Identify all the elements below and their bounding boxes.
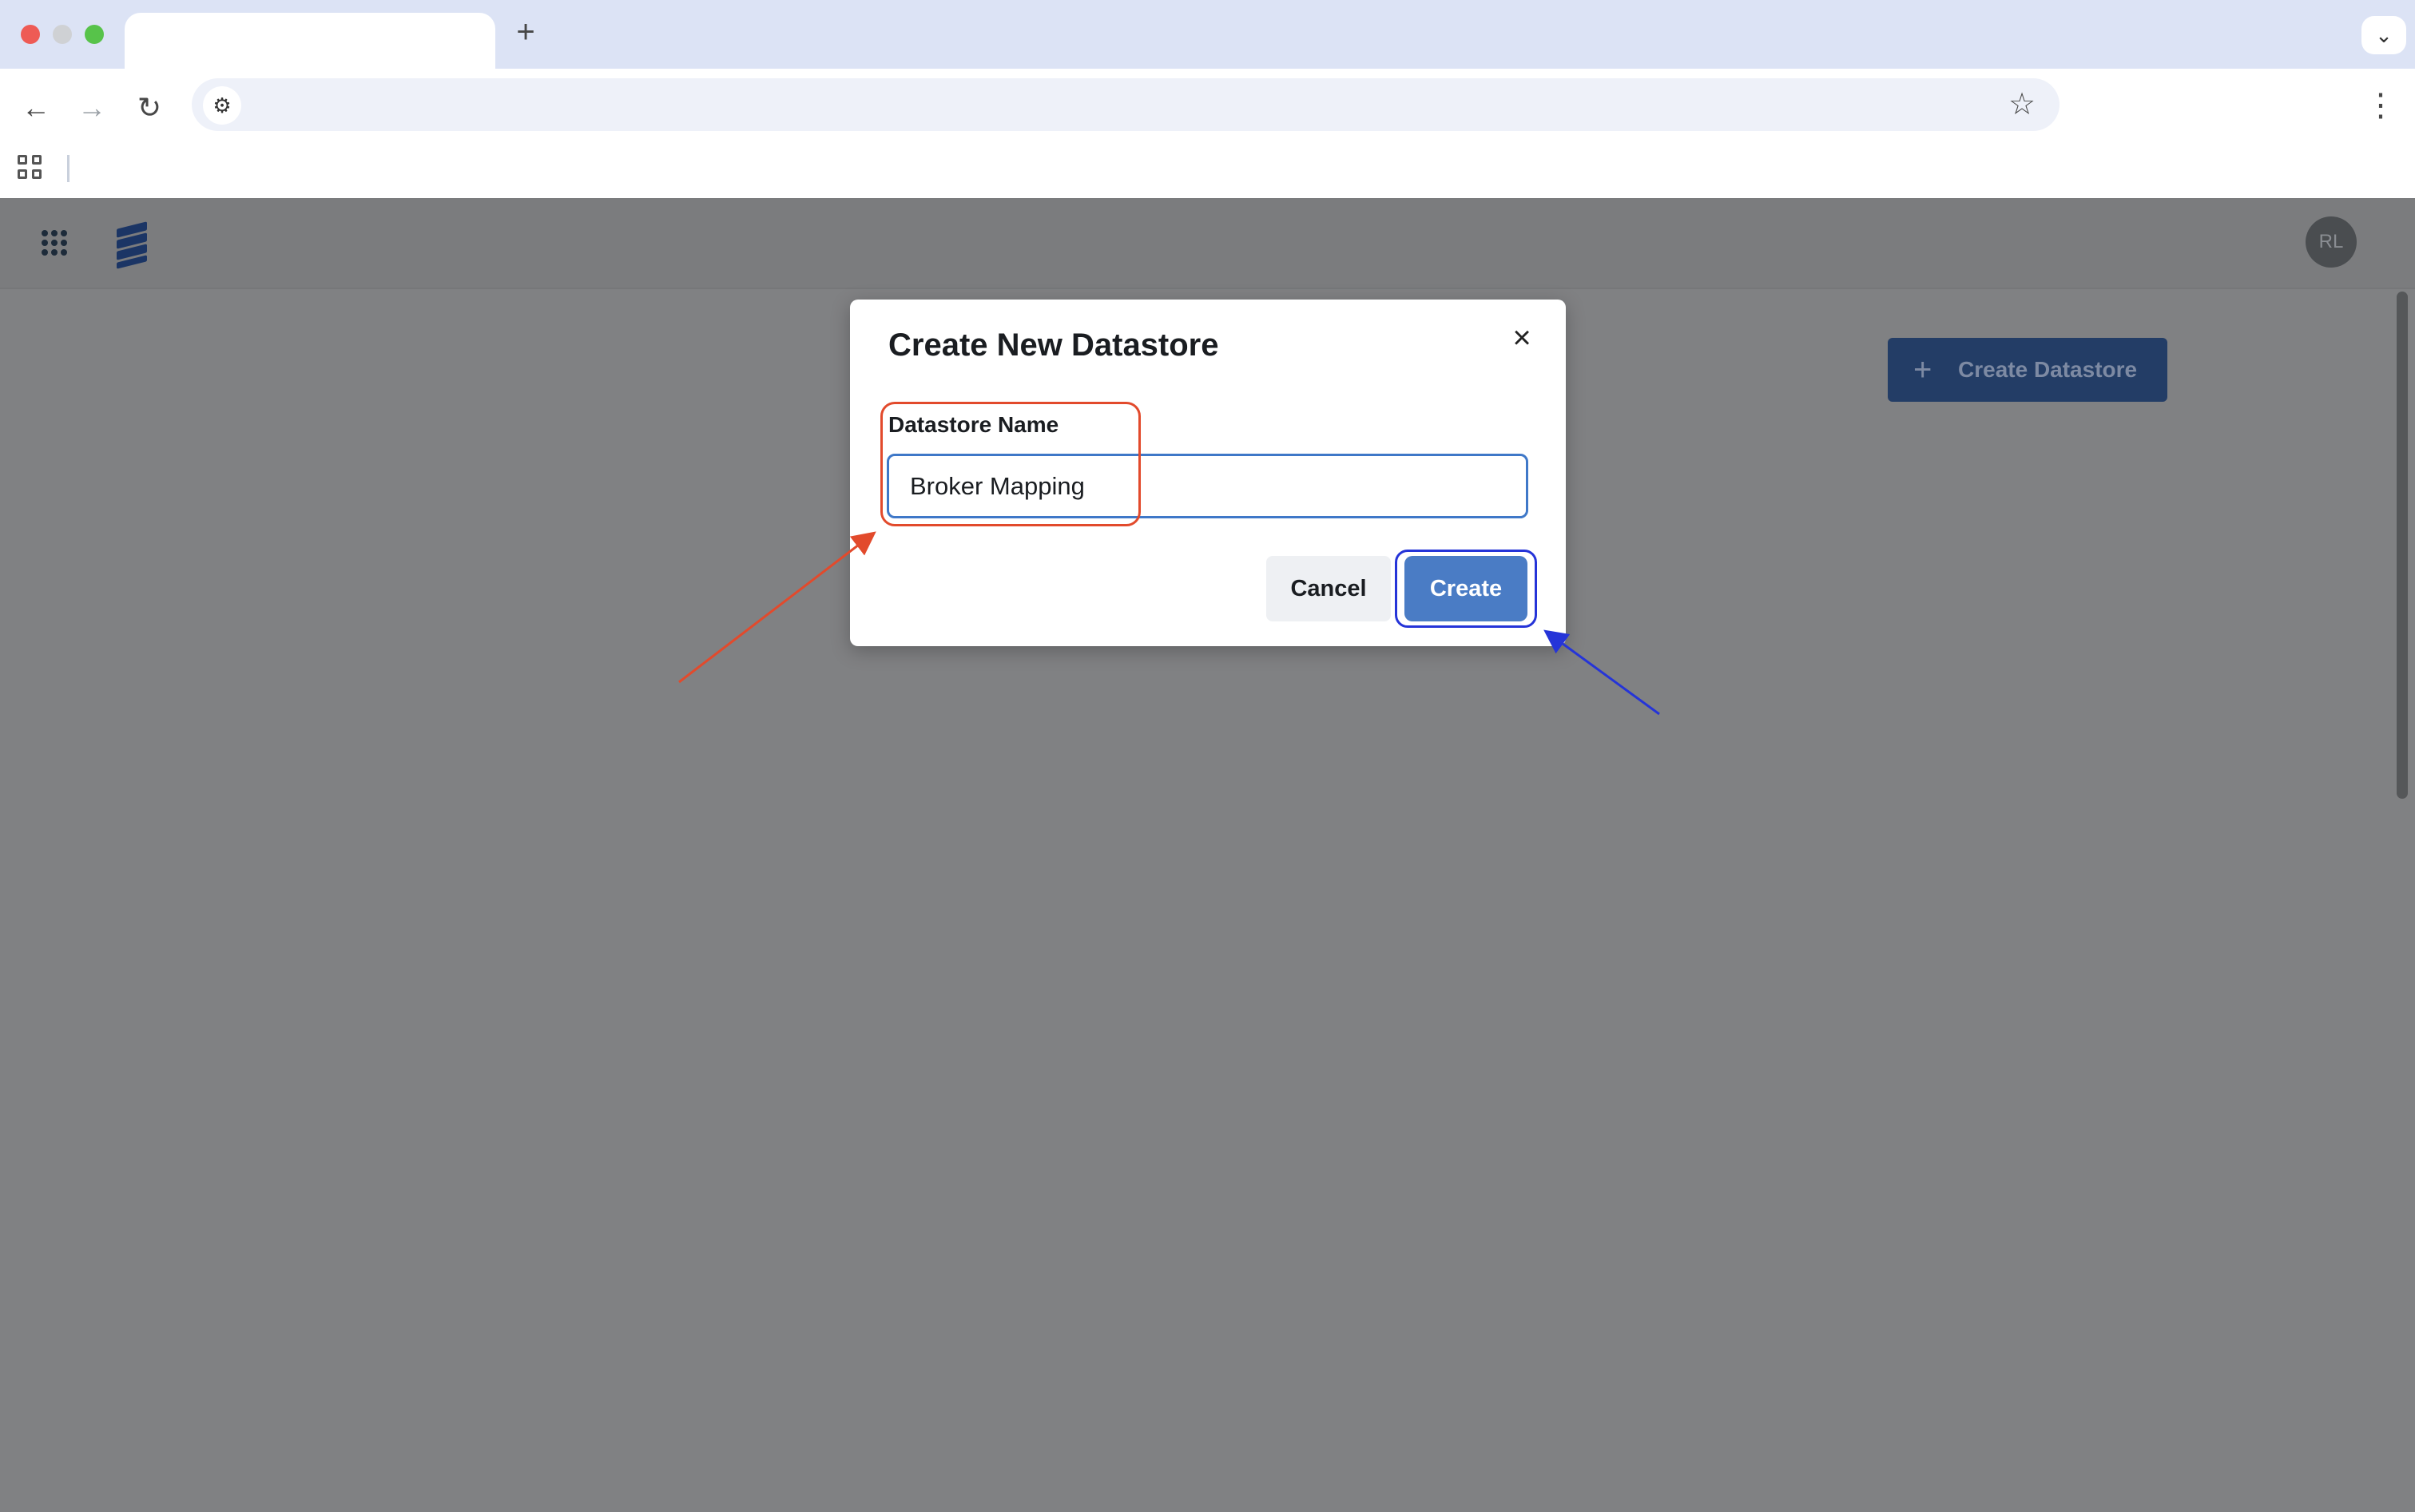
window-close-dot[interactable] <box>21 25 40 44</box>
avatar[interactable]: RL <box>2306 216 2357 268</box>
app-header <box>0 198 2415 289</box>
close-icon[interactable]: × <box>1502 318 1542 358</box>
bookmarks-apps-icon[interactable] <box>18 155 45 182</box>
forward-arrow-icon[interactable]: → <box>72 88 112 128</box>
red-highlight-box <box>880 402 1141 526</box>
create-datastore-label: Create Datastore <box>1958 357 2138 382</box>
bookmark-bar-divider <box>67 155 70 182</box>
blue-arrow <box>1543 629 1660 716</box>
window-minimize-dot[interactable] <box>53 25 72 44</box>
page-scrollbar[interactable] <box>2397 292 2408 799</box>
plus-icon: + <box>1913 352 1932 387</box>
app-logo-icon[interactable] <box>117 220 149 269</box>
create-datastore-button[interactable]: + Create Datastore <box>1888 338 2167 402</box>
blue-highlight-box <box>1395 550 1537 628</box>
address-bar[interactable] <box>192 78 2060 131</box>
browser-menu-icon[interactable]: ⋮ <box>2365 83 2397 128</box>
browser-tab-active[interactable] <box>125 13 495 69</box>
app-launcher-grid-icon[interactable] <box>40 228 69 257</box>
reload-icon[interactable]: ↻ <box>129 88 169 128</box>
cancel-button[interactable]: Cancel <box>1266 556 1391 621</box>
red-arrow <box>678 531 876 684</box>
window-zoom-dot[interactable] <box>85 25 104 44</box>
back-arrow-icon[interactable]: ← <box>16 88 56 128</box>
tab-search-chevron-icon[interactable]: ⌄ <box>2361 16 2406 54</box>
new-tab-button[interactable]: + <box>508 14 543 50</box>
bookmark-star-icon[interactable]: ☆ <box>2002 85 2042 125</box>
site-info-icon[interactable]: ⚙ <box>203 86 241 125</box>
modal-title: Create New Datastore <box>888 327 1219 363</box>
